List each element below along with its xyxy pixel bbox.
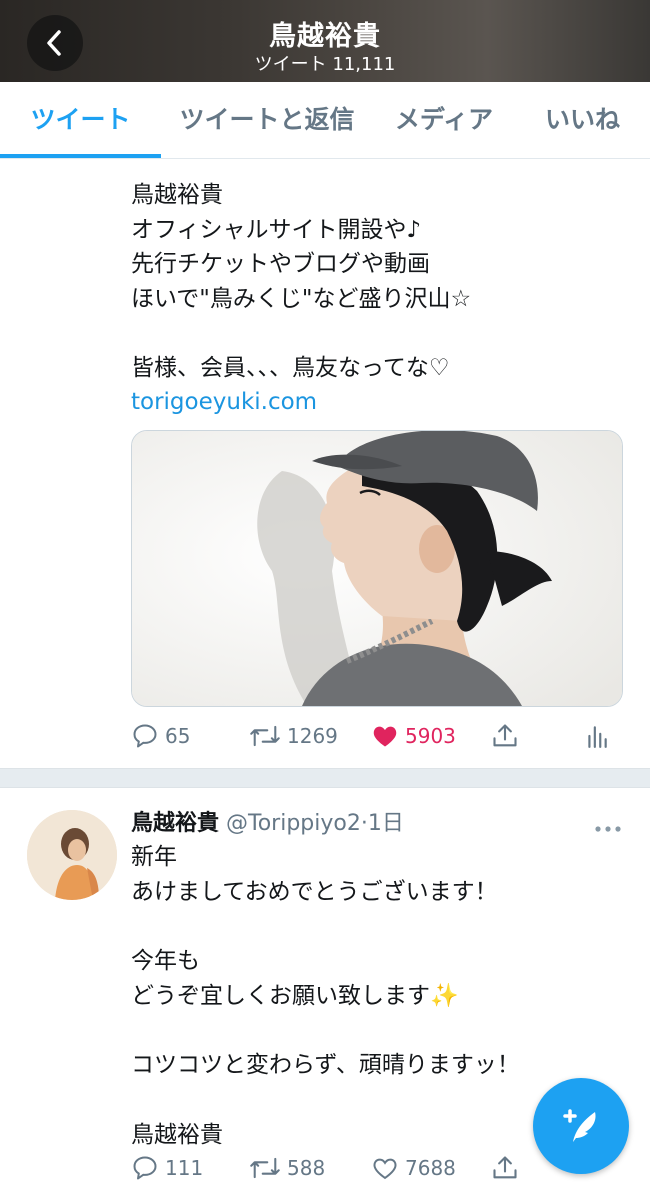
like-icon xyxy=(373,1158,397,1180)
reply-button[interactable]: 65 xyxy=(131,718,190,754)
tweet-actions: 65 1269 5903 xyxy=(0,718,650,754)
author-name[interactable]: 鳥越裕貴 xyxy=(131,811,219,836)
share-button[interactable] xyxy=(491,1150,519,1186)
tweet-line: ほいで"鳥みくじ"など盛り沢山☆ xyxy=(131,285,472,312)
share-icon xyxy=(493,1156,517,1179)
tab-media[interactable]: メディア xyxy=(373,82,515,158)
tweet-line: どうぞ宜しくお願い致します✨ xyxy=(131,982,459,1009)
tweet-time[interactable]: 1日 xyxy=(368,811,404,836)
reply-count: 111 xyxy=(165,1156,204,1180)
like-icon xyxy=(373,726,397,747)
reply-button[interactable]: 111 xyxy=(131,1150,203,1186)
like-count: 5903 xyxy=(405,724,456,748)
tweet-author: 鳥越裕貴 @Torippiyo2·1日 xyxy=(131,805,404,839)
profile-name: 鳥越裕貴 xyxy=(269,21,381,52)
analytics-icon xyxy=(588,726,607,748)
reply-count: 65 xyxy=(165,724,191,748)
analytics-button[interactable] xyxy=(584,718,610,754)
compose-icon xyxy=(563,1109,596,1142)
avatar[interactable] xyxy=(27,810,117,900)
tweet-separator xyxy=(0,768,650,788)
tweet-line: あけましておめでとうございます！ xyxy=(131,878,498,905)
share-icon xyxy=(493,724,517,747)
tweet-photo[interactable] xyxy=(131,430,623,707)
tweet-line: 鳥越裕貴 xyxy=(131,182,223,208)
compose-tweet-button[interactable] xyxy=(533,1078,629,1174)
profile-tabs: ツイート ツイートと返信 メディア いいね xyxy=(0,82,650,159)
reply-icon xyxy=(133,1156,157,1180)
tweet-count: ツイート 11,111 xyxy=(254,54,396,75)
retweet-button[interactable]: 588 xyxy=(249,1150,325,1186)
author-handle[interactable]: @Torippiyo2 xyxy=(226,811,361,836)
active-tab-indicator xyxy=(0,154,161,158)
more-icon xyxy=(595,826,621,832)
more-button[interactable] xyxy=(594,818,622,837)
avatar-image xyxy=(27,810,117,900)
tweet-text: 鳥越裕貴 オフィシャルサイト開設や♪ 先行チケットやブログや動画 ほいで"鳥みく… xyxy=(131,178,631,420)
tweet-line xyxy=(131,909,631,944)
retweet-icon xyxy=(250,725,280,747)
tweet-line: 新年 xyxy=(131,844,177,870)
profile-photo-image xyxy=(132,431,622,706)
tab-tweets[interactable]: ツイート xyxy=(0,82,161,158)
reply-icon xyxy=(133,724,157,748)
tab-tweets-replies[interactable]: ツイートと返信 xyxy=(161,82,373,158)
like-count: 7688 xyxy=(405,1156,456,1180)
retweet-count: 588 xyxy=(287,1156,326,1180)
retweet-count: 1269 xyxy=(287,724,338,748)
like-button[interactable]: 5903 xyxy=(371,718,456,754)
tweet-line: オフィシャルサイト開設や♪ xyxy=(131,216,422,243)
tweet-line: 皆様、会員、、、鳥友なってな♡ xyxy=(131,354,450,381)
share-button[interactable] xyxy=(491,718,519,754)
tweet-line xyxy=(131,1013,631,1048)
tweet-line: コツコツと変わらず、頑晴りますッ！ xyxy=(131,1052,520,1079)
meta-dot: · xyxy=(360,811,368,836)
like-button[interactable]: 7688 xyxy=(371,1150,456,1186)
retweet-icon xyxy=(250,1157,280,1179)
tweet-line: 今年も xyxy=(131,948,200,975)
profile-header: 鳥越裕貴 ツイート 11,111 xyxy=(0,0,650,82)
retweet-button[interactable]: 1269 xyxy=(249,718,338,754)
tweet-link[interactable]: torigoeyuki.com xyxy=(131,385,631,420)
tweet-line xyxy=(131,316,631,351)
tweet-line: 先行チケットやブログや動画 xyxy=(131,251,430,277)
tab-likes[interactable]: いいね xyxy=(515,82,650,158)
